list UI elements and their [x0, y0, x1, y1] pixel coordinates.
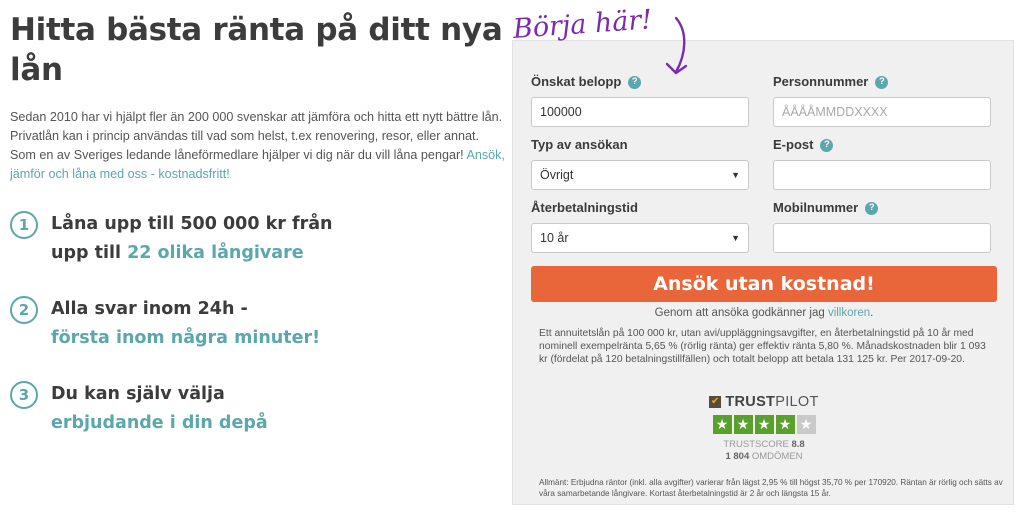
- mobile-label-text: Mobilnummer: [773, 200, 859, 215]
- star-icon: ★: [754, 415, 774, 434]
- type-select[interactable]: Övrigt ▼: [531, 160, 749, 190]
- start-here-annotation: Börja här!: [512, 4, 702, 84]
- step-1-line2: upp till 22 olika långivare: [51, 239, 333, 268]
- email-input[interactable]: [773, 160, 991, 190]
- start-here-text: Börja här!: [512, 4, 654, 45]
- intro-text: Sedan 2010 har vi hjälpt fler än 200 000…: [10, 110, 503, 162]
- step-2-highlight: första inom några minuter!: [51, 328, 321, 348]
- mobile-field-group: Mobilnummer?: [773, 199, 991, 253]
- mobile-label: Mobilnummer?: [773, 199, 991, 217]
- step-1-line1: Låna upp till 500 000 kr från: [51, 214, 333, 234]
- page: Hitta bästa ränta på ditt nya lån Sedan …: [0, 0, 1024, 515]
- help-icon[interactable]: ?: [865, 201, 879, 215]
- email-field-group: E-post?: [773, 136, 991, 190]
- amount-input[interactable]: 100000: [531, 97, 749, 127]
- disclaimer-text: Allmänt: Erbjudna räntor (inkl. alla avg…: [539, 478, 1003, 498]
- step-2-line1: Alla svar inom 24h -: [51, 299, 248, 319]
- trustscore-line: TRUSTSCORE 8.8: [513, 439, 1015, 451]
- ssn-label-text: Personnummer: [773, 74, 869, 89]
- trustpilot-logo: ✔ TRUST PILOT: [709, 394, 818, 410]
- trustpilot-brand-trust: TRUST: [725, 394, 776, 410]
- page-title: Hitta bästa ränta på ditt nya lån: [10, 12, 503, 88]
- step-1-text: Låna upp till 500 000 kr från upp till 2…: [51, 210, 333, 268]
- accept-text: Genom att ansöka godkänner jag: [654, 307, 828, 319]
- term-label: Återbetalningstid: [531, 200, 638, 215]
- step-2-text: Alla svar inom 24h - första inom några m…: [51, 295, 320, 353]
- trustscore: TRUSTSCORE 8.8 1 804 OMDÖMEN: [513, 439, 1015, 463]
- type-label: Typ av ansökan: [531, 137, 628, 152]
- step-2: 2 Alla svar inom 24h - första inom några…: [10, 295, 510, 353]
- step-3-highlight: erbjudande i din depå: [51, 413, 268, 433]
- reviews-line: 1 804 OMDÖMEN: [513, 451, 1015, 463]
- terms-acceptance: Genom att ansöka godkänner jag villkoren…: [513, 307, 1015, 319]
- step-3-text: Du kan själv välja erbjudande i din depå: [51, 380, 268, 438]
- trustscore-label: TRUSTSCORE: [723, 439, 789, 450]
- loan-application-form: Önskat belopp? 100000 Personnummer? ÅÅÅÅ…: [512, 40, 1014, 505]
- ssn-input[interactable]: ÅÅÅÅMMDDXXXX: [773, 97, 991, 127]
- ssn-placeholder: ÅÅÅÅMMDDXXXX: [782, 105, 888, 119]
- intro-paragraph: Sedan 2010 har vi hjälpt fler än 200 000…: [10, 108, 505, 184]
- step-number-1: 1: [10, 211, 38, 239]
- step-3: 3 Du kan själv välja erbjudande i din de…: [10, 380, 510, 438]
- step-1-highlight: 22 olika långivare: [127, 243, 304, 263]
- term-select[interactable]: 10 år ▼: [531, 223, 749, 253]
- step-1-line2-prefix: upp till: [51, 243, 128, 263]
- step-3-line1: Du kan själv välja: [51, 384, 225, 404]
- trustscore-value: 8.8: [791, 439, 805, 450]
- type-field-group: Typ av ansökan Övrigt ▼: [531, 136, 749, 190]
- caret-down-icon: ▼: [731, 170, 740, 180]
- star-icon: ★: [712, 415, 732, 434]
- ssn-label: Personnummer?: [773, 73, 991, 91]
- help-icon[interactable]: ?: [875, 75, 889, 89]
- reviews-label: OMDÖMEN: [751, 451, 803, 462]
- trustpilot-check-icon: ✔: [709, 396, 722, 408]
- type-value: Övrigt: [540, 168, 574, 182]
- terms-link[interactable]: villkoren: [828, 307, 870, 319]
- ssn-field-group: Personnummer? ÅÅÅÅMMDDXXXX: [773, 73, 991, 127]
- trustpilot-widget[interactable]: ✔ TRUST PILOT ★ ★ ★ ★ ★ TRUSTSCORE 8.8 1 804 O…: [513, 391, 1015, 463]
- amount-value: 100000: [540, 105, 582, 119]
- email-label-text: E-post: [773, 137, 814, 152]
- trustpilot-brand-pilot: PILOT: [775, 394, 819, 410]
- accept-suffix: .: [870, 307, 874, 319]
- star-icon: ★: [775, 415, 795, 434]
- help-icon[interactable]: ?: [820, 138, 834, 152]
- caret-down-icon: ▼: [731, 233, 740, 243]
- term-field-group: Återbetalningstid 10 år ▼: [531, 199, 749, 253]
- rating-stars: ★ ★ ★ ★ ★: [513, 415, 1015, 434]
- submit-button[interactable]: Ansök utan kostnad!: [531, 266, 997, 302]
- intro-section: Hitta bästa ränta på ditt nya lån Sedan …: [10, 10, 510, 438]
- reviews-count: 1 804: [725, 451, 750, 462]
- email-label: E-post?: [773, 136, 991, 154]
- mobile-input[interactable]: [773, 223, 991, 253]
- star-icon: ★: [796, 415, 816, 434]
- loan-example-text: Ett annuitetslån på 100 000 kr, utan avi…: [539, 328, 986, 365]
- arrow-down-icon: [665, 16, 688, 75]
- term-value: 10 år: [540, 231, 569, 245]
- step-number-3: 3: [10, 381, 38, 409]
- step-number-2: 2: [10, 296, 38, 324]
- star-icon: ★: [733, 415, 753, 434]
- step-1: 1 Låna upp till 500 000 kr från upp till…: [10, 210, 510, 268]
